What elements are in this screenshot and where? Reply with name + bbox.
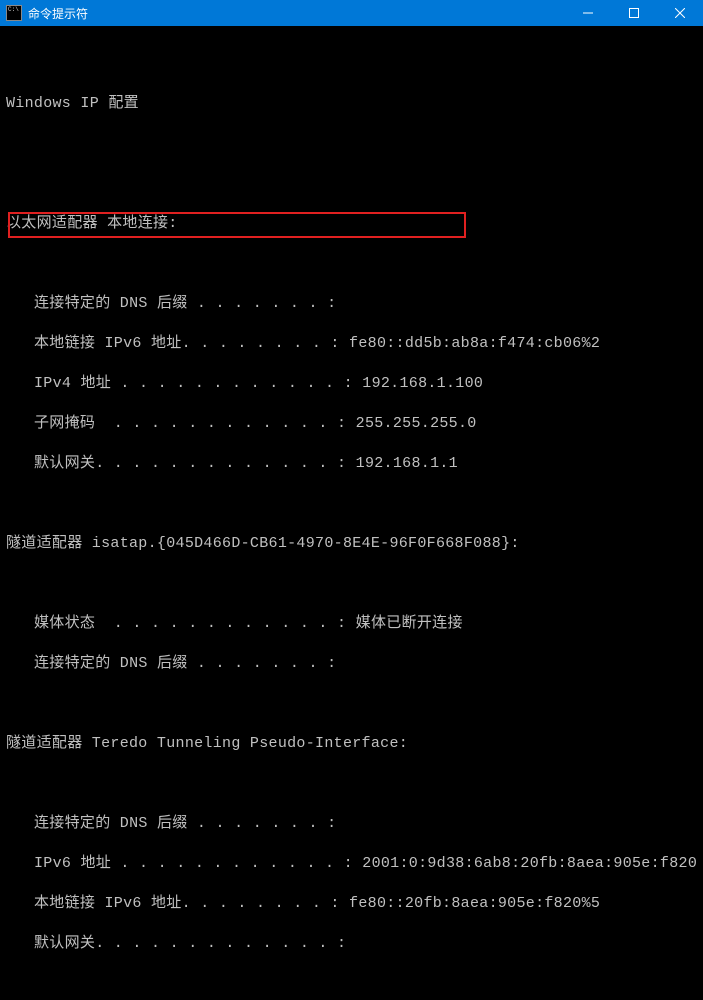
dns-suffix-row-3: 连接特定的 DNS 后缀 . . . . . . . : [6,814,697,834]
gateway-row-3: 默认网关. . . . . . . . . . . . . : [6,934,697,954]
gw-value: 192.168.1.1 [356,455,458,472]
ipv6-ll-label: 本地链接 IPv6 地址. . . . . . . . : [34,335,340,352]
media-label: 媒体状态 . . . . . . . . . . . . : [34,615,346,632]
maximize-icon [629,8,639,18]
close-icon [675,8,685,18]
adapter-ethernet-title: 以太网适配器 本地连接: [6,214,697,234]
mask-label: 子网掩码 . . . . . . . . . . . . : [34,415,346,432]
cmd-icon [6,5,22,21]
ipv6-ll-label-3: 本地链接 IPv6 地址. . . . . . . . : [34,895,340,912]
ipv6-ll-value: fe80::dd5b:ab8a:f474:cb06%2 [349,335,600,352]
ipv6-value: 2001:0:9d38:6ab8:20fb:8aea:905e:f820 [362,855,697,872]
ip-config-header: Windows IP 配置 [6,94,697,114]
dns-suffix-row-2: 连接特定的 DNS 后缀 . . . . . . . : [6,654,697,674]
titlebar[interactable]: 命令提示符 [0,0,703,26]
ipv4-value: 192.168.1.100 [362,375,483,392]
gateway-row: 默认网关. . . . . . . . . . . . . : 192.168.… [6,454,697,474]
adapter-isatap-title: 隧道适配器 isatap.{045D466D-CB61-4970-8E4E-96… [6,534,697,554]
gw-label-3: 默认网关. . . . . . . . . . . . . : [34,935,346,952]
maximize-button[interactable] [611,0,657,26]
ipv6-ll-value-3: fe80::20fb:8aea:905e:f820%5 [349,895,600,912]
close-button[interactable] [657,0,703,26]
minimize-button[interactable] [565,0,611,26]
minimize-icon [583,8,593,18]
subnet-mask-row: 子网掩码 . . . . . . . . . . . . : 255.255.2… [6,414,697,434]
terminal-output: Windows IP 配置 以太网适配器 本地连接: 连接特定的 DNS 后缀 … [0,26,703,1000]
ipv4-row: IPv4 地址 . . . . . . . . . . . . : 192.16… [6,374,697,394]
adapter-teredo-title: 隧道适配器 Teredo Tunneling Pseudo-Interface: [6,734,697,754]
gw-label: 默认网关. . . . . . . . . . . . . : [34,455,346,472]
media-state-row: 媒体状态 . . . . . . . . . . . . : 媒体已断开连接 [6,614,697,634]
mask-value: 255.255.255.0 [356,415,477,432]
media-value: 媒体已断开连接 [356,615,463,632]
window-controls [565,0,703,26]
dns-suffix-label-2: 连接特定的 DNS 后缀 . . . . . . . : [34,655,336,672]
dns-suffix-row: 连接特定的 DNS 后缀 . . . . . . . : [6,294,697,314]
dns-suffix-label-3: 连接特定的 DNS 后缀 . . . . . . . : [34,815,336,832]
ipv6-link-local-row: 本地链接 IPv6 地址. . . . . . . . : fe80::dd5b… [6,334,697,354]
ipv6-row: IPv6 地址 . . . . . . . . . . . . : 2001:0… [6,854,697,874]
ipv6-ll-row-3: 本地链接 IPv6 地址. . . . . . . . : fe80::20fb… [6,894,697,914]
window-title: 命令提示符 [28,5,565,22]
ipv6-label: IPv6 地址 . . . . . . . . . . . . : [34,855,353,872]
dns-suffix-label: 连接特定的 DNS 后缀 . . . . . . . : [34,295,336,312]
ipv4-label: IPv4 地址 . . . . . . . . . . . . : [34,375,353,392]
